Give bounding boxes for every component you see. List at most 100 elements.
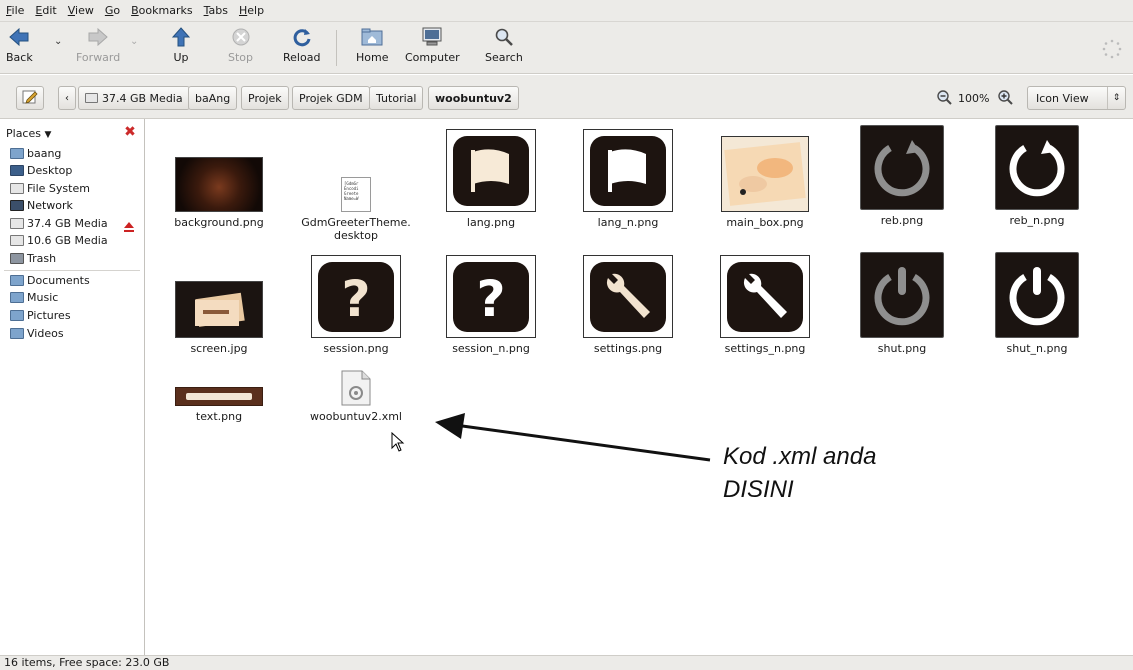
zoom-level[interactable]: 100% (958, 92, 989, 105)
sidebar-item-106gb-media[interactable]: 10.6 GB Media (10, 232, 108, 249)
toolbar-separator (336, 30, 337, 66)
drive-icon (85, 93, 98, 103)
crumb-projek[interactable]: Projek (241, 86, 289, 110)
forward-history-chevron-icon[interactable]: ⌄ (130, 36, 138, 47)
file-name: text.png (195, 410, 243, 423)
file-name: woobuntuv2.xml (310, 410, 402, 423)
reload-button[interactable]: Reload (283, 26, 320, 70)
file-name: lang.png (466, 216, 516, 229)
view-mode-select[interactable]: Icon View ⇕ (1027, 86, 1126, 110)
file-item-shut[interactable]: shut.png (837, 252, 967, 355)
annotation-arrow-icon (435, 413, 711, 462)
sidebar-item-pictures[interactable]: Pictures (10, 307, 71, 324)
file-item-background[interactable]: background.png (154, 157, 284, 229)
zoom-in-icon[interactable] (997, 89, 1014, 108)
toggle-location-entry-button[interactable] (16, 86, 44, 110)
crumb-37gb-media[interactable]: 37.4 GB Media (78, 86, 190, 110)
annotation-text: Kod .xml anda DISINI (723, 440, 876, 506)
computer-icon (421, 26, 443, 48)
file-item-session-n[interactable]: ? session_n.png (426, 255, 556, 355)
file-name: settings.png (593, 342, 663, 355)
close-sidebar-icon[interactable]: ✖ (122, 124, 138, 140)
sidebar-item-baang[interactable]: baang (10, 145, 61, 162)
edit-pencil-icon (22, 89, 38, 108)
file-item-lang-n[interactable]: lang_n.png (563, 129, 693, 229)
folder-icon (10, 328, 24, 339)
file-item-session[interactable]: ? session.png (291, 255, 421, 355)
back-label: Back (6, 51, 33, 64)
computer-button[interactable]: Computer (405, 26, 460, 70)
menu-file[interactable]: File (6, 4, 24, 17)
crumb-scroll-left-button[interactable]: ‹ (58, 86, 76, 110)
sidebar-header: Places ▼ ✖ (6, 123, 138, 143)
menu-go[interactable]: Go (105, 4, 120, 17)
forward-arrow-icon (87, 26, 109, 48)
eject-icon[interactable] (123, 221, 135, 233)
places-dropdown[interactable]: Places ▼ (6, 127, 51, 140)
sidebar-item-file-system[interactable]: File System (10, 180, 90, 197)
file-item-gdm-theme[interactable]: [GdmGr Encodi Greete Name=W GdmGreeterTh… (291, 177, 421, 242)
home-button[interactable]: Home (356, 26, 388, 70)
menu-edit[interactable]: Edit (35, 4, 56, 17)
reboot-icon (995, 125, 1079, 210)
crumb-label: Projek GDM (299, 91, 363, 105)
folder-icon (10, 275, 24, 286)
crumb-baang[interactable]: baAng (188, 86, 238, 110)
zoom-out-icon[interactable] (936, 89, 952, 108)
file-item-main-box[interactable]: main_box.png (700, 136, 830, 229)
file-item-woobuntuv2-xml[interactable]: woobuntuv2.xml (291, 370, 421, 423)
file-name: settings_n.png (724, 342, 806, 355)
back-history-chevron-icon[interactable]: ⌄ (54, 36, 62, 47)
menu-tabs[interactable]: Tabs (204, 4, 228, 17)
crumb-projek-gdm[interactable]: Projek GDM (292, 86, 370, 110)
menu-help[interactable]: Help (239, 4, 264, 17)
updown-chevron-icon: ⇕ (1107, 87, 1125, 109)
stop-button[interactable]: Stop (228, 26, 253, 70)
menu-view[interactable]: View (68, 4, 94, 17)
forward-button[interactable]: Forward (76, 26, 120, 70)
search-button[interactable]: Search (485, 26, 523, 70)
menu-bookmarks[interactable]: Bookmarks (131, 4, 192, 17)
file-grid: background.png [GdmGr Encodi Greete Name… (146, 119, 1133, 655)
image-thumbnail (175, 157, 263, 212)
back-arrow-icon (8, 26, 30, 48)
sidebar-item-trash[interactable]: Trash (10, 250, 56, 267)
sidebar-item-network[interactable]: Network (10, 197, 73, 214)
chevron-left-icon: ‹ (65, 92, 69, 104)
up-button[interactable]: Up (170, 26, 192, 70)
sidebar-separator (4, 270, 140, 271)
sidebar-item-37gb-media[interactable]: 37.4 GB Media (10, 215, 108, 232)
reload-icon (291, 26, 313, 48)
file-item-text[interactable]: text.png (154, 387, 284, 423)
crumb-label: Projek (248, 91, 282, 105)
home-folder-icon (10, 148, 24, 159)
file-item-settings-n[interactable]: settings_n.png (700, 255, 830, 355)
file-name: shut.png (877, 342, 927, 355)
back-button[interactable]: Back (6, 26, 33, 70)
question-mark-icon: ? (311, 255, 401, 338)
sidebar-item-desktop[interactable]: Desktop (10, 162, 72, 179)
file-item-lang[interactable]: lang.png (426, 129, 556, 229)
file-item-shut-n[interactable]: shut_n.png (972, 252, 1102, 355)
file-item-reb-n[interactable]: reb_n.png (972, 125, 1102, 227)
stop-label: Stop (228, 51, 254, 64)
drive-icon (10, 218, 24, 229)
file-name: screen.jpg (190, 342, 248, 355)
crumb-tutorial[interactable]: Tutorial (369, 86, 424, 110)
folder-icon (10, 292, 24, 303)
wrench-icon (720, 255, 810, 338)
stop-icon (230, 26, 252, 48)
drive-icon (10, 183, 24, 194)
sidebar-item-music[interactable]: Music (10, 289, 58, 306)
sidebar-item-videos[interactable]: Videos (10, 325, 64, 342)
sidebar-item-documents[interactable]: Documents (10, 272, 90, 289)
file-item-reb[interactable]: reb.png (837, 125, 967, 227)
power-icon (995, 252, 1079, 338)
file-item-settings[interactable]: settings.png (563, 255, 693, 355)
crumb-label: 37.4 GB Media (102, 91, 183, 105)
crumb-woobuntuv2[interactable]: woobuntuv2 (428, 86, 519, 110)
svg-text:?: ? (341, 270, 370, 328)
file-item-screen[interactable]: screen.jpg (154, 281, 284, 355)
wrench-icon (583, 255, 673, 338)
status-bar: 16 items, Free space: 23.0 GB (0, 655, 1133, 670)
